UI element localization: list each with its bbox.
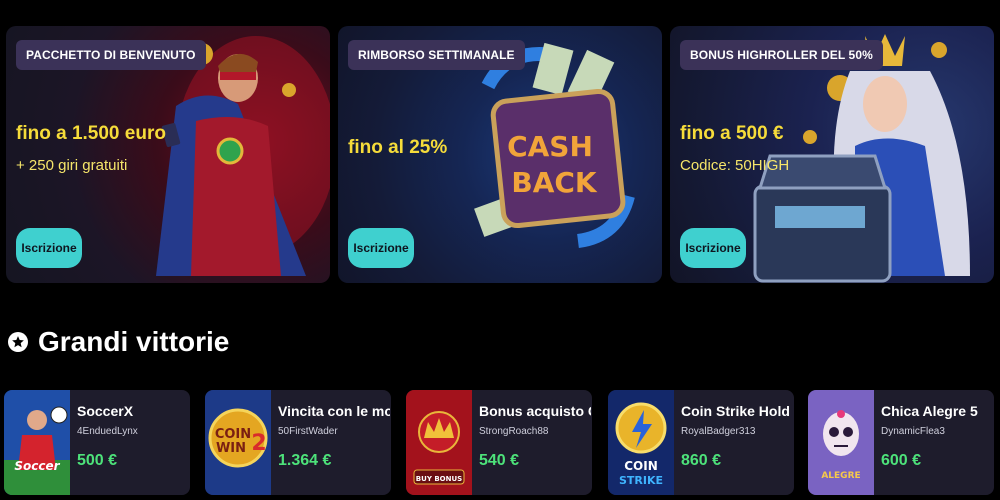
svg-text:STRIKE: STRIKE: [619, 474, 663, 487]
winner-name: RoyalBadger313: [681, 426, 756, 437]
promo-badge: RIMBORSO SETTIMANALE: [348, 40, 525, 70]
win-amount: 860 €: [681, 452, 722, 469]
win-amount: 600 €: [881, 452, 922, 469]
win-amount: 500 €: [77, 452, 118, 469]
cash-text: CASH: [507, 130, 593, 163]
svg-text:COIN: COIN: [624, 459, 658, 473]
signup-button[interactable]: Iscrizione: [16, 228, 82, 268]
signup-button[interactable]: Iscrizione: [348, 228, 414, 268]
coin-strike-thumb: COIN STRIKE: [608, 390, 674, 495]
svg-text:COIN: COIN: [215, 427, 251, 442]
back-text: BACK: [511, 166, 598, 199]
win-card[interactable]: COIN STRIKE Coin Strike Hold a... RoyalB…: [608, 390, 794, 495]
game-name: Chica Alegre 5: [881, 403, 978, 419]
game-name: Coin Strike Hold a...: [681, 403, 793, 419]
winner-name: 4EnduedLynx: [77, 426, 138, 437]
promo-subline: Codice: 50HIGH: [680, 157, 790, 174]
section-title: Grandi vittorie: [38, 326, 230, 357]
game-name: Vincita con le mo...: [278, 403, 390, 419]
winner-name: StrongRoach88: [479, 426, 549, 437]
game-name: SoccerX: [77, 403, 134, 419]
promo-card-highroller[interactable]: BONUS HIGHROLLER DEL 50% fino a 500 € Co…: [670, 26, 994, 283]
promo-headline: fino al 25%: [348, 137, 448, 158]
win-card[interactable]: Soccer SoccerX 4EnduedLynx 500 €: [4, 390, 190, 495]
promo-headline: fino a 1.500 euro: [16, 123, 166, 144]
svg-text:WIN: WIN: [216, 441, 246, 456]
svg-text:ALEGRE: ALEGRE: [821, 471, 860, 481]
promo-badge: PACCHETTO DI BENVENUTO: [16, 40, 206, 70]
signup-button[interactable]: Iscrizione: [680, 228, 746, 268]
svg-text:BUY BONUS: BUY BONUS: [416, 475, 462, 483]
big-wins-heading: Grandi vittorie: [8, 326, 229, 358]
promo-badge: BONUS HIGHROLLER DEL 50%: [680, 40, 883, 70]
svg-text:2: 2: [251, 431, 266, 456]
coin-win-thumb: COIN WIN 2: [205, 390, 271, 495]
win-card[interactable]: BUY BONUS Bonus acquisto C... StrongRoac…: [406, 390, 592, 495]
promo-subline: + 250 giri gratuiti: [16, 157, 128, 174]
svg-text:Soccer: Soccer: [14, 459, 60, 473]
chica-alegre-thumb: ALEGRE: [808, 390, 874, 495]
win-amount: 1.364 €: [278, 452, 332, 469]
promo-headline: fino a 500 €: [680, 123, 784, 144]
win-card[interactable]: ALEGRE Chica Alegre 5 DynamicFlea3 600 €: [808, 390, 994, 495]
shining-crown-thumb: BUY BONUS: [406, 390, 472, 495]
winner-name: DynamicFlea3: [881, 426, 945, 437]
game-name: Bonus acquisto C...: [479, 403, 591, 419]
promo-card-cashback[interactable]: CASH BACK RIMBORSO SETTIMANALE fino al 2…: [338, 26, 662, 283]
winner-name: 50FirstWader: [278, 426, 338, 437]
win-amount: 540 €: [479, 452, 520, 469]
soccerx-thumb: Soccer: [4, 390, 70, 495]
win-card[interactable]: COIN WIN 2 Vincita con le mo... 50FirstW…: [205, 390, 391, 495]
star-icon: [8, 332, 28, 352]
promo-card-welcome[interactable]: PACCHETTO DI BENVENUTO fino a 1.500 euro…: [6, 26, 330, 283]
